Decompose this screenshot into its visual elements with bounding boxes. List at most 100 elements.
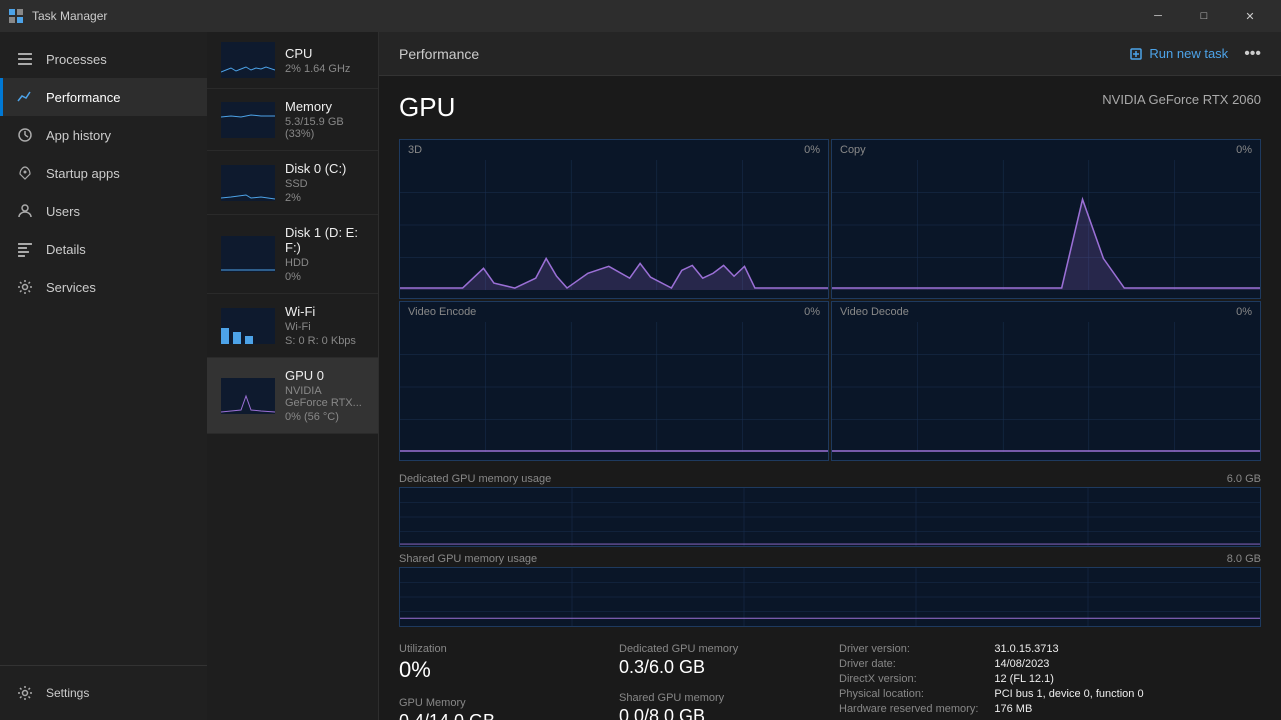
sidebar-item-processes[interactable]: Processes xyxy=(0,40,207,78)
shared-mem-svg xyxy=(400,568,1260,626)
sidebar-item-services[interactable]: Services xyxy=(0,268,207,306)
chart-encode-value: 0% xyxy=(804,306,820,318)
shared-mem-max: 8.0 GB xyxy=(1227,553,1261,565)
shared-mem-chart xyxy=(399,567,1261,627)
sidebar-item-settings[interactable]: Settings xyxy=(16,678,191,708)
chart-3d-labels: 3D 0% xyxy=(400,140,828,160)
perf-item-wifi[interactable]: Wi-Fi Wi-Fi S: 0 R: 0 Kbps xyxy=(207,294,378,358)
disk1-info: Disk 1 (D: E: F:) HDD 0% xyxy=(285,225,364,283)
chart-3d: 3D 0% xyxy=(399,139,829,299)
cpu-name: CPU xyxy=(285,46,364,61)
memory-mini-svg xyxy=(221,102,275,138)
sidebar-item-details[interactable]: Details xyxy=(0,230,207,268)
shared-mem-label: Shared GPU memory usage xyxy=(399,553,537,565)
gpu-title: GPU xyxy=(399,92,455,123)
cpu-mini-svg xyxy=(221,42,275,78)
perf-list: CPU 2% 1.64 GHz Memory 5.3/15.9 GB (33%) xyxy=(207,32,378,720)
wifi-mini-chart xyxy=(221,308,275,344)
perf-item-memory[interactable]: Memory 5.3/15.9 GB (33%) xyxy=(207,89,378,151)
perf-item-cpu[interactable]: CPU 2% 1.64 GHz xyxy=(207,32,378,89)
maximize-button[interactable]: □ xyxy=(1181,0,1227,32)
gear-icon xyxy=(16,684,34,702)
more-options-button[interactable]: ••• xyxy=(1244,45,1261,63)
gpu0-info: GPU 0 NVIDIA GeForce RTX... 0% (56 °C) xyxy=(285,368,364,423)
dedicated-mem-chart xyxy=(399,487,1261,547)
perf-item-disk0[interactable]: Disk 0 (C:) SSD 2% xyxy=(207,151,378,215)
sidebar-item-processes-label: Processes xyxy=(46,52,107,67)
driver-reserved-key: Hardware reserved memory: xyxy=(839,703,978,715)
right-panel: Performance Run new task ••• GPU NVIDIA … xyxy=(379,32,1281,720)
main-container: Processes Performance Ap xyxy=(0,32,1281,720)
sidebar: Processes Performance Ap xyxy=(0,32,207,720)
driver-location-val: PCI bus 1, device 0, function 0 xyxy=(994,688,1261,700)
shared-mem-stat-value: 0.0/8.0 GB xyxy=(619,706,819,720)
dedicated-mem-stat: Dedicated GPU memory 0.3/6.0 GB xyxy=(619,643,819,678)
dedicated-mem-labels: Dedicated GPU memory usage 6.0 GB xyxy=(399,469,1261,487)
dedicated-mem-section: Dedicated GPU memory usage 6.0 GB xyxy=(399,469,1261,547)
chart-copy-svg xyxy=(832,160,1260,290)
driver-date-key: Driver date: xyxy=(839,658,978,670)
chart-3d-label: 3D xyxy=(408,144,422,156)
dedicated-mem-stat-value: 0.3/6.0 GB xyxy=(619,657,819,678)
charts-grid-bottom: Video Encode 0% xyxy=(399,301,1261,461)
user-icon xyxy=(16,202,34,220)
shared-mem-stat: Shared GPU memory 0.0/8.0 GB xyxy=(619,692,819,720)
run-new-task-button[interactable]: Run new task xyxy=(1129,46,1228,61)
disk1-mini-chart xyxy=(221,236,275,272)
minimize-button[interactable]: ─ xyxy=(1135,0,1181,32)
chart-3d-svg xyxy=(400,160,828,290)
chart-copy-label: Copy xyxy=(840,144,866,156)
gpu-memory-stat: GPU Memory 0.4/14.0 GB xyxy=(399,697,599,720)
disk1-name: Disk 1 (D: E: F:) xyxy=(285,225,364,255)
disk0-name: Disk 0 (C:) xyxy=(285,161,364,176)
wifi-name: Wi-Fi xyxy=(285,304,364,319)
top-bar-actions: Run new task ••• xyxy=(1129,45,1261,63)
dedicated-mem-stat-label: Dedicated GPU memory xyxy=(619,643,819,655)
sidebar-item-services-label: Services xyxy=(46,280,96,295)
shared-mem-labels: Shared GPU memory usage 8.0 GB xyxy=(399,549,1261,567)
stats-col1: Utilization 0% GPU Memory 0.4/14.0 GB GP… xyxy=(399,643,599,720)
disk1-sub2: 0% xyxy=(285,271,364,283)
sidebar-item-startup-apps[interactable]: Startup apps xyxy=(0,154,207,192)
sidebar-footer: Settings xyxy=(0,665,207,720)
disk0-info: Disk 0 (C:) SSD 2% xyxy=(285,161,364,204)
chart-decode-label: Video Decode xyxy=(840,306,909,318)
gpu0-mini-chart xyxy=(221,378,275,414)
sidebar-item-app-history-label: App history xyxy=(46,128,111,143)
sidebar-item-performance[interactable]: Performance xyxy=(0,78,207,116)
gpu0-sub2: 0% (56 °C) xyxy=(285,411,364,423)
driver-version-val: 31.0.15.3713 xyxy=(994,643,1261,655)
driver-directx-key: DirectX version: xyxy=(839,673,978,685)
sidebar-item-app-history[interactable]: App history xyxy=(0,116,207,154)
gpu0-name: GPU 0 xyxy=(285,368,364,383)
details-icon xyxy=(16,240,34,258)
stats-grid: Utilization 0% GPU Memory 0.4/14.0 GB GP… xyxy=(399,643,1261,720)
topbar-title: Performance xyxy=(399,46,479,62)
disk0-mini-chart xyxy=(221,165,275,201)
utilization-stat: Utilization 0% xyxy=(399,643,599,683)
title-bar-controls: ─ □ ✕ xyxy=(1135,0,1273,32)
chart-encode-svg xyxy=(400,322,828,452)
dedicated-mem-svg xyxy=(400,488,1260,546)
sidebar-nav: Processes Performance Ap xyxy=(0,32,207,665)
gpu-content: GPU NVIDIA GeForce RTX 2060 3D 0% xyxy=(379,76,1281,720)
utilization-value: 0% xyxy=(399,657,599,683)
chart-copy-value: 0% xyxy=(1236,144,1252,156)
perf-item-disk1[interactable]: Disk 1 (D: E: F:) HDD 0% xyxy=(207,215,378,294)
cpu-info: CPU 2% 1.64 GHz xyxy=(285,46,364,75)
perf-item-gpu0[interactable]: GPU 0 NVIDIA GeForce RTX... 0% (56 °C) xyxy=(207,358,378,434)
run-new-task-label: Run new task xyxy=(1149,46,1228,61)
chart-copy: Copy 0% xyxy=(831,139,1261,299)
sidebar-item-users[interactable]: Users xyxy=(0,192,207,230)
close-button[interactable]: ✕ xyxy=(1227,0,1273,32)
driver-info-grid: Driver version: 31.0.15.3713 Driver date… xyxy=(839,643,1261,715)
driver-reserved-val: 176 MB xyxy=(994,703,1261,715)
memory-mini-chart xyxy=(221,102,275,138)
memory-info: Memory 5.3/15.9 GB (33%) xyxy=(285,99,364,140)
chart-encode-labels: Video Encode 0% xyxy=(400,302,828,322)
dedicated-mem-label: Dedicated GPU memory usage xyxy=(399,473,551,485)
memory-sub: 5.3/15.9 GB (33%) xyxy=(285,116,364,140)
title-bar-text: Task Manager xyxy=(32,9,107,23)
gpu-memory-label: GPU Memory xyxy=(399,697,599,709)
chart-encode-label: Video Encode xyxy=(408,306,476,318)
